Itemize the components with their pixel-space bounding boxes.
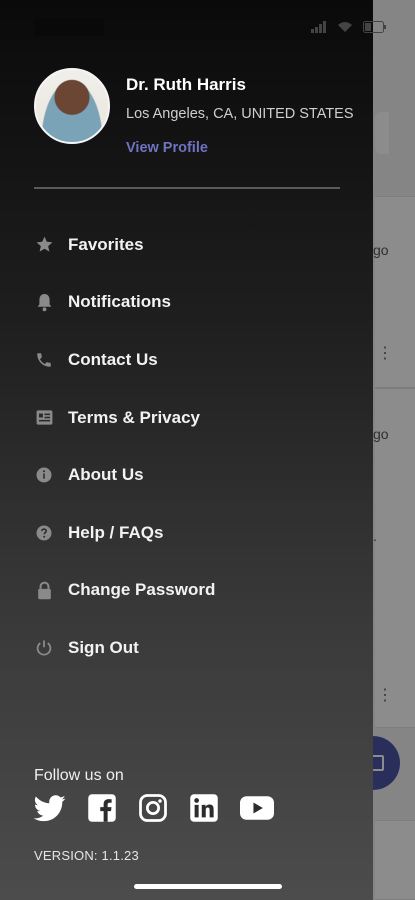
menu-item-change-password[interactable]: Change Password [34,562,354,620]
user-location: Los Angeles, CA, UNITED STATES [126,106,354,122]
menu-item-about-us[interactable]: About Us [34,446,354,504]
menu-item-help-faqs[interactable]: Help / FAQs [34,504,354,562]
home-indicator[interactable] [134,884,282,889]
menu-item-label: Help / FAQs [68,522,164,542]
menu-item-favorites[interactable]: Favorites [34,216,354,274]
wifi-icon [337,20,353,38]
user-name: Dr. Ruth Harris [126,75,246,94]
status-bar-icons [311,20,387,38]
menu-item-label: Change Password [68,580,216,600]
view-profile-link[interactable]: View Profile [126,140,208,156]
info-icon [34,465,54,485]
divider [34,187,340,189]
menu-item-label: Contact Us [68,349,158,369]
bell-icon [34,292,54,312]
power-icon [34,638,54,658]
follow-us-label: Follow us on [34,767,124,784]
menu-item-notifications[interactable]: Notifications [34,274,354,332]
status-bar-time [34,18,104,36]
social-links [33,793,274,828]
phone-icon [34,350,54,370]
signal-icon [311,20,327,38]
lock-icon [34,580,54,600]
instagram-icon[interactable] [138,793,168,828]
linkedin-icon[interactable] [189,793,219,828]
drawer-menu: Favorites Notifications Contact Us Terms… [34,216,354,677]
help-icon [34,523,54,543]
menu-item-label: Favorites [68,234,144,254]
twitter-icon[interactable] [33,794,66,827]
avatar[interactable] [34,68,110,144]
menu-item-label: About Us [68,465,144,485]
menu-item-label: Notifications [68,292,171,312]
app-version: VERSION: 1.1.23 [34,848,139,863]
document-icon [34,408,54,428]
facebook-icon[interactable] [87,793,117,828]
youtube-icon[interactable] [240,795,274,826]
star-icon [34,235,54,255]
menu-item-label: Terms & Privacy [68,407,200,427]
menu-item-label: Sign Out [68,637,139,657]
navigation-drawer: Dr. Ruth Harris Los Angeles, CA, UNITED … [0,0,373,900]
menu-item-sign-out[interactable]: Sign Out [34,619,354,677]
menu-item-contact-us[interactable]: Contact Us [34,331,354,389]
menu-item-terms-privacy[interactable]: Terms & Privacy [34,389,354,447]
battery-icon [363,20,387,38]
